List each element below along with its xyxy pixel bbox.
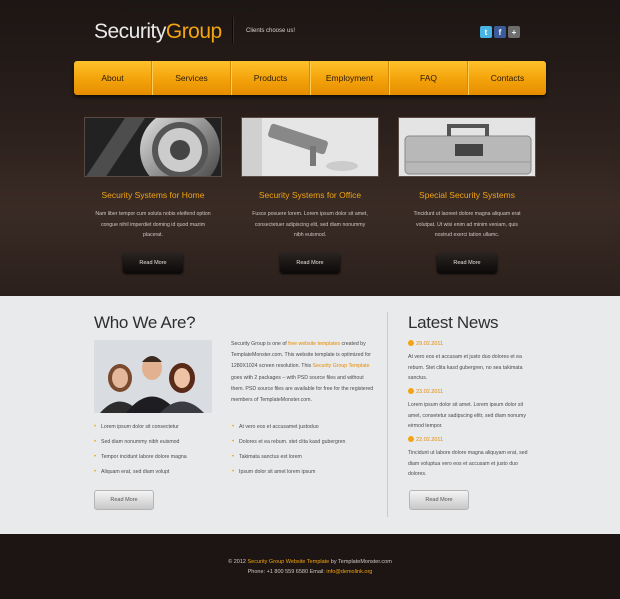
twitter-icon[interactable]: t xyxy=(480,26,492,38)
about-heading: Who We Are? xyxy=(94,313,196,332)
nav-contacts[interactable]: Contacts xyxy=(468,61,546,95)
clock-icon xyxy=(408,436,414,442)
news-date[interactable]: 23.02.2011 xyxy=(408,388,530,397)
news-text: Lorem ipsum dolor sit amet. Lorem ipsum … xyxy=(408,402,526,429)
footer xyxy=(0,534,620,599)
metal-case-image xyxy=(398,117,536,177)
google-plus-icon[interactable]: + xyxy=(508,26,520,38)
site-logo[interactable]: SecurityGroup xyxy=(94,20,222,44)
about-read-more-button[interactable]: Read More xyxy=(94,490,154,510)
vault-dial-image xyxy=(84,117,222,177)
footer-email-link[interactable]: info@demolink.org xyxy=(326,569,372,575)
list-item: • Sed diam nonummy nibh euismod xyxy=(94,439,180,445)
news-read-more-button[interactable]: Read More xyxy=(409,490,469,510)
read-more-button[interactable]: Read More xyxy=(437,252,497,273)
read-more-button[interactable]: Read More xyxy=(123,252,183,273)
clock-icon xyxy=(408,388,414,394)
feature-title: Special Security Systems xyxy=(419,190,515,200)
logo-divider xyxy=(232,17,234,43)
nav-about[interactable]: About xyxy=(74,61,152,95)
feature-home: Security Systems for Home Nam liber temp… xyxy=(84,117,222,273)
feature-title: Security Systems for Office xyxy=(258,190,362,200)
main-nav: About Services Products Employment FAQ C… xyxy=(74,61,546,95)
feature-text: Fusce posuere lorem. Lorem ipsum dolor s… xyxy=(252,211,368,238)
nav-faq[interactable]: FAQ xyxy=(389,61,468,95)
feature-special: Special Security Systems Tincidunt ut la… xyxy=(398,117,536,273)
news-heading: Latest News xyxy=(408,313,499,332)
list-item: • At vero eos et accusamet justoduo xyxy=(232,424,319,430)
free-templates-link[interactable]: free website templates xyxy=(288,341,340,347)
security-camera-image xyxy=(241,117,379,177)
bullet-list-left: • Lorem ipsum dolor sit consectetur • Sed … xyxy=(94,424,224,484)
facebook-icon[interactable]: f xyxy=(494,26,506,38)
news-text: At vero eos et accusam et justo duo dolo… xyxy=(408,354,523,381)
news-text: Tincidunt ut labore dolore magna aliquya… xyxy=(408,450,528,477)
list-item: • Ipsum dolor sit amet lorem ipsum xyxy=(232,469,316,475)
footer-template-link[interactable]: Security Group Website Template xyxy=(248,559,330,565)
nav-services[interactable]: Services xyxy=(152,61,231,95)
news-item: 23.02.2011 Lorem ipsum dolor sit amet. L… xyxy=(408,388,530,432)
feature-text: Nam liber tempor cum soluta nobis eleife… xyxy=(95,211,211,238)
clock-icon xyxy=(408,340,414,346)
news-date[interactable]: 29.02.2011 xyxy=(408,340,530,349)
news-item: 22.02.2011 Tincidunt ut labore dolore ma… xyxy=(408,436,530,480)
about-text: Security Group is one of free website te… xyxy=(231,341,374,404)
nav-products[interactable]: Products xyxy=(231,61,310,95)
feature-text: Tincidunt ut laoreet dolore magna aliqua… xyxy=(413,211,521,238)
feature-title: Security Systems for Home xyxy=(101,190,205,200)
nav-employment[interactable]: Employment xyxy=(310,61,389,95)
tagline: Clients choose us! xyxy=(246,28,296,34)
footer-copyright: © 2012 Security Group Website Template b… xyxy=(228,559,392,565)
list-item: • Aliquam erat, sed diam volupt xyxy=(94,469,170,475)
footer-contact: Phone: +1 800 559 6580 Email: info@demol… xyxy=(247,569,373,575)
feature-office: Security Systems for Office Fusce posuer… xyxy=(241,117,379,273)
team-photo xyxy=(94,340,212,413)
template-link[interactable]: Security Group Template xyxy=(313,363,370,369)
news-item: 29.02.2011 At vero eos et accusam et jus… xyxy=(408,340,530,384)
news-date[interactable]: 22.02.2011 xyxy=(408,436,530,445)
list-item: • Takimata sanctus est lorem xyxy=(232,454,302,460)
read-more-button[interactable]: Read More xyxy=(280,252,340,273)
list-item: • Dolores et ea rebum. stet clita kasd gu… xyxy=(232,439,346,445)
bullet-list-right: • At vero eos et accusamet justoduo • Dolo… xyxy=(232,424,362,484)
column-divider xyxy=(387,312,388,517)
list-item: • Lorem ipsum dolor sit consectetur xyxy=(94,424,179,430)
list-item: • Tempor incidunt labore dolore magna xyxy=(94,454,187,460)
